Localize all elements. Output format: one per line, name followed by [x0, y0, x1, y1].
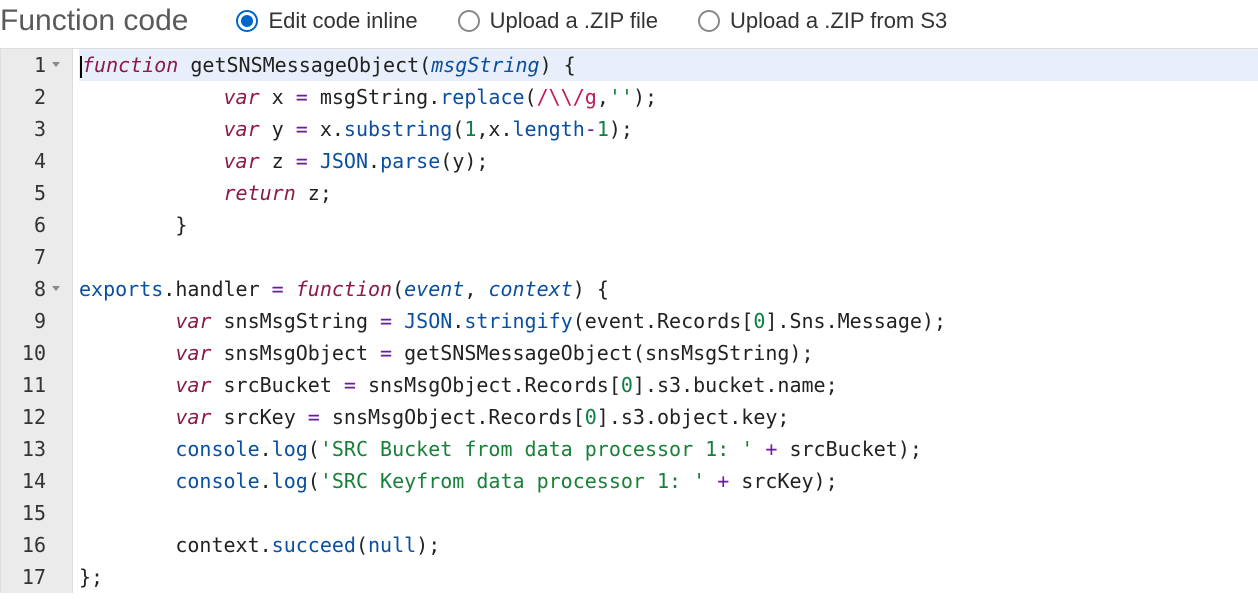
code-line[interactable]: var y = x.substring(1,x.length-1); — [79, 113, 1258, 145]
fold-toggle-icon — [50, 475, 62, 487]
fold-toggle-icon[interactable] — [50, 59, 62, 71]
function-code-header: Function code Edit code inline Upload a .… — [0, 0, 1258, 48]
line-number-gutter: 1234567891011121314151617 — [1, 49, 73, 593]
fold-toggle-icon — [50, 507, 62, 519]
code-line[interactable]: var z = JSON.parse(y); — [79, 145, 1258, 177]
line-number: 7 — [1, 241, 68, 273]
code-line[interactable]: var srcKey = snsMsgObject.Records[0].s3.… — [79, 401, 1258, 433]
code-source-radio-group: Edit code inline Upload a .ZIP file Upload… — [236, 8, 947, 34]
radio-icon — [236, 10, 258, 32]
fold-toggle-icon[interactable] — [50, 283, 62, 295]
fold-toggle-icon — [50, 571, 62, 583]
code-line[interactable]: function getSNSMessageObject(msgString) … — [79, 49, 1258, 81]
code-line[interactable]: console.log('SRC Keyfrom data processor … — [79, 465, 1258, 497]
line-number: 17 — [1, 561, 68, 593]
fold-toggle-icon — [50, 91, 62, 103]
code-area[interactable]: function getSNSMessageObject(msgString) … — [73, 49, 1258, 593]
fold-toggle-icon — [50, 443, 62, 455]
code-line[interactable]: exports.handler = function(event, contex… — [79, 273, 1258, 305]
line-number: 4 — [1, 145, 68, 177]
line-number: 2 — [1, 81, 68, 113]
radio-label: Upload a .ZIP from S3 — [730, 8, 947, 34]
line-number: 9 — [1, 305, 68, 337]
fold-toggle-icon — [50, 379, 62, 391]
code-line[interactable]: var srcBucket = snsMsgObject.Records[0].… — [79, 369, 1258, 401]
line-number: 6 — [1, 209, 68, 241]
code-line[interactable] — [79, 241, 1258, 273]
line-number: 14 — [1, 465, 68, 497]
code-line[interactable]: } — [79, 209, 1258, 241]
radio-option-1[interactable]: Upload a .ZIP file — [458, 8, 658, 34]
fold-toggle-icon — [50, 539, 62, 551]
line-number: 15 — [1, 497, 68, 529]
code-line[interactable]: var snsMsgString = JSON.stringify(event.… — [79, 305, 1258, 337]
line-number: 8 — [1, 273, 68, 305]
radio-icon — [458, 10, 480, 32]
code-editor[interactable]: 1234567891011121314151617 function getSN… — [0, 48, 1258, 593]
line-number: 5 — [1, 177, 68, 209]
fold-toggle-icon — [50, 155, 62, 167]
code-line[interactable]: console.log('SRC Bucket from data proces… — [79, 433, 1258, 465]
radio-label: Edit code inline — [268, 8, 417, 34]
section-title: Function code — [0, 4, 188, 38]
line-number: 1 — [1, 49, 68, 81]
line-number: 3 — [1, 113, 68, 145]
line-number: 11 — [1, 369, 68, 401]
fold-toggle-icon — [50, 411, 62, 423]
line-number: 13 — [1, 433, 68, 465]
code-line[interactable] — [79, 497, 1258, 529]
radio-label: Upload a .ZIP file — [490, 8, 658, 34]
code-line[interactable]: var snsMsgObject = getSNSMessageObject(s… — [79, 337, 1258, 369]
radio-icon — [698, 10, 720, 32]
radio-option-2[interactable]: Upload a .ZIP from S3 — [698, 8, 947, 34]
code-line[interactable]: context.succeed(null); — [79, 529, 1258, 561]
fold-toggle-icon — [50, 123, 62, 135]
fold-toggle-icon — [50, 347, 62, 359]
line-number: 16 — [1, 529, 68, 561]
code-line[interactable]: var x = msgString.replace(/\\/g,''); — [79, 81, 1258, 113]
radio-option-0[interactable]: Edit code inline — [236, 8, 417, 34]
code-line[interactable]: return z; — [79, 177, 1258, 209]
line-number: 10 — [1, 337, 68, 369]
fold-toggle-icon — [50, 219, 62, 231]
fold-toggle-icon — [50, 315, 62, 327]
code-line[interactable]: }; — [79, 561, 1258, 593]
line-number: 12 — [1, 401, 68, 433]
fold-toggle-icon — [50, 251, 62, 263]
fold-toggle-icon — [50, 187, 62, 199]
